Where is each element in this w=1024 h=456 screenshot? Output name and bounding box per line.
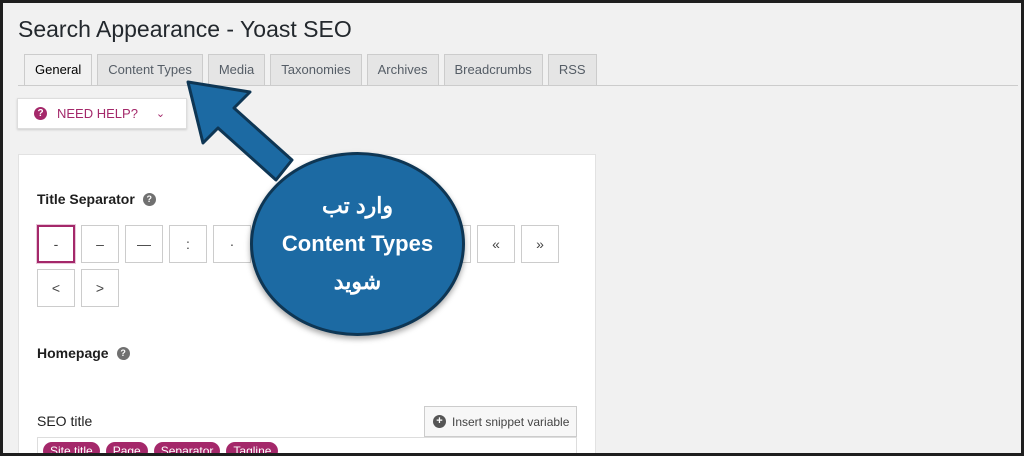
callout-arrow-icon xyxy=(186,80,294,182)
callout-bubble: وارد تب Content Types شوید xyxy=(250,152,465,336)
callout-line-2: Content Types xyxy=(281,231,434,256)
callout-line-1: وارد تب xyxy=(322,193,393,218)
callout-line-3: شوید xyxy=(333,269,382,294)
